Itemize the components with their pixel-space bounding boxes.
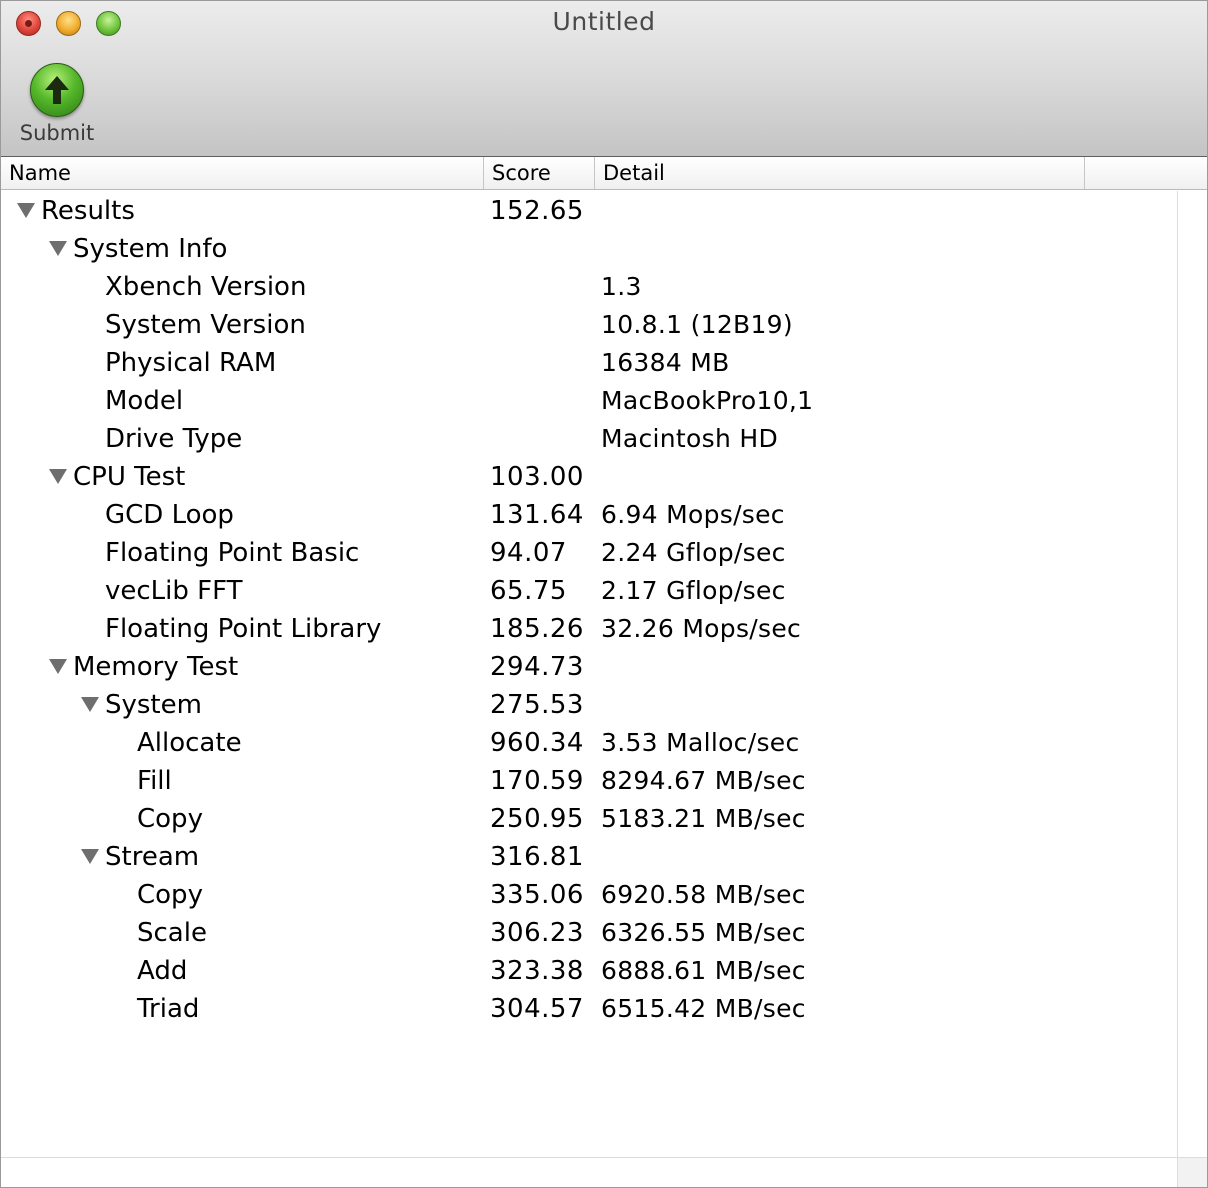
row-score: 304.57 (490, 994, 584, 1024)
outline-row[interactable]: Floating Point Library 185.26 32.26 Mops/s… (1, 609, 1177, 647)
disclosure-triangle-icon[interactable] (49, 659, 67, 674)
outline-row[interactable]: Stream 316.81 (1, 837, 1177, 875)
submit-label: Submit (19, 121, 95, 145)
row-detail: 6515.42 MB/sec (601, 994, 806, 1023)
vertical-scrollbar[interactable] (1177, 191, 1207, 1157)
disclosure-triangle-icon[interactable] (17, 203, 35, 218)
resize-corner[interactable] (1177, 1157, 1207, 1187)
row-name: Fill (137, 766, 172, 796)
outline-row[interactable]: Memory Test 294.73 (1, 647, 1177, 685)
row-detail: 6326.55 MB/sec (601, 918, 806, 947)
outline-row[interactable]: Triad 304.57 6515.42 MB/sec (1, 989, 1177, 1027)
outline-row[interactable]: Add 323.38 6888.61 MB/sec (1, 951, 1177, 989)
row-name: Floating Point Library (105, 614, 382, 644)
row-score: 306.23 (490, 918, 584, 948)
toolbar: Untitled Submit (1, 1, 1207, 157)
row-name: Xbench Version (105, 272, 307, 302)
outline-row[interactable]: Scale 306.23 6326.55 MB/sec (1, 913, 1177, 951)
row-name: System (105, 690, 202, 720)
column-header-score[interactable]: Score (483, 157, 594, 189)
outline-row[interactable]: System Version 10.8.1 (12B19) (1, 305, 1177, 343)
row-name: System Version (105, 310, 306, 340)
row-name: CPU Test (73, 462, 186, 492)
outline-row[interactable]: Results 152.65 (1, 191, 1177, 229)
outline-row[interactable]: Allocate 960.34 3.53 Malloc/sec (1, 723, 1177, 761)
row-name: Scale (137, 918, 207, 948)
row-detail: 8294.67 MB/sec (601, 766, 806, 795)
row-detail: 6.94 Mops/sec (601, 500, 785, 529)
disclosure-triangle-icon[interactable] (49, 241, 67, 256)
row-score: 103.00 (490, 462, 584, 492)
row-score: 65.75 (490, 576, 567, 606)
submit-button[interactable]: Submit (15, 61, 99, 151)
row-name: Results (41, 196, 135, 226)
row-name: GCD Loop (105, 500, 234, 530)
row-detail: 3.53 Malloc/sec (601, 728, 800, 757)
results-outline[interactable]: Results 152.65 System Info Xbench Version 1.… (1, 191, 1177, 1157)
row-detail: 32.26 Mops/sec (601, 614, 802, 643)
row-name: Physical RAM (105, 348, 277, 378)
row-detail: MacBookPro10,1 (601, 386, 814, 415)
outline-row[interactable]: vecLib FFT 65.75 2.17 Gflop/sec (1, 571, 1177, 609)
row-detail: 16384 MB (601, 348, 730, 377)
outline-row[interactable]: Physical RAM 16384 MB (1, 343, 1177, 381)
outline-row[interactable]: Fill 170.59 8294.67 MB/sec (1, 761, 1177, 799)
outline-row[interactable]: Model MacBookPro10,1 (1, 381, 1177, 419)
row-name: Memory Test (73, 652, 239, 682)
column-header-filler (1084, 157, 1207, 189)
row-name: Drive Type (105, 424, 243, 454)
row-detail: 2.24 Gflop/sec (601, 538, 786, 567)
row-name: Model (105, 386, 184, 416)
row-detail: 6888.61 MB/sec (601, 956, 806, 985)
up-arrow-icon (30, 63, 84, 117)
row-name: Add (137, 956, 188, 986)
horizontal-scrollbar[interactable] (1, 1157, 1177, 1187)
row-score: 94.07 (490, 538, 567, 568)
outline-row[interactable]: GCD Loop 131.64 6.94 Mops/sec (1, 495, 1177, 533)
row-detail: Macintosh HD (601, 424, 778, 453)
row-name: Triad (137, 994, 200, 1024)
row-score: 960.34 (490, 728, 584, 758)
row-name: System Info (73, 234, 228, 264)
row-detail: 10.8.1 (12B19) (601, 310, 793, 339)
row-score: 170.59 (490, 766, 584, 796)
row-score: 294.73 (490, 652, 584, 682)
row-name: Copy (137, 804, 203, 834)
app-window: Untitled Submit Name Score Detail Result… (0, 0, 1208, 1188)
disclosure-triangle-icon[interactable] (49, 469, 67, 484)
row-name: Stream (105, 842, 200, 872)
column-header-detail[interactable]: Detail (594, 157, 1084, 189)
window-title: Untitled (552, 7, 656, 36)
row-name: Copy (137, 880, 203, 910)
row-score: 323.38 (490, 956, 584, 986)
outline-row[interactable]: Copy 335.06 6920.58 MB/sec (1, 875, 1177, 913)
disclosure-triangle-icon[interactable] (81, 697, 99, 712)
outline-row[interactable]: CPU Test 103.00 (1, 457, 1177, 495)
row-score: 131.64 (490, 500, 584, 530)
row-score: 335.06 (490, 880, 584, 910)
row-score: 316.81 (490, 842, 584, 872)
row-score: 250.95 (490, 804, 584, 834)
column-header-name[interactable]: Name (1, 157, 483, 189)
row-detail: 1.3 (601, 272, 642, 301)
row-detail: 2.17 Gflop/sec (601, 576, 786, 605)
outline-row[interactable]: Copy 250.95 5183.21 MB/sec (1, 799, 1177, 837)
row-score: 185.26 (490, 614, 584, 644)
row-score: 275.53 (490, 690, 584, 720)
row-name: vecLib FFT (105, 576, 243, 606)
row-name: Allocate (137, 728, 242, 758)
row-name: Floating Point Basic (105, 538, 360, 568)
row-detail: 6920.58 MB/sec (601, 880, 806, 909)
outline-row[interactable]: Xbench Version 1.3 (1, 267, 1177, 305)
column-header-bar: Name Score Detail (1, 157, 1207, 190)
outline-row[interactable]: Floating Point Basic 94.07 2.24 Gflop/sec (1, 533, 1177, 571)
outline-row[interactable]: System Info (1, 229, 1177, 267)
outline-row[interactable]: System 275.53 (1, 685, 1177, 723)
row-score: 152.65 (490, 196, 584, 226)
disclosure-triangle-icon[interactable] (81, 849, 99, 864)
row-detail: 5183.21 MB/sec (601, 804, 806, 833)
outline-row[interactable]: Drive Type Macintosh HD (1, 419, 1177, 457)
